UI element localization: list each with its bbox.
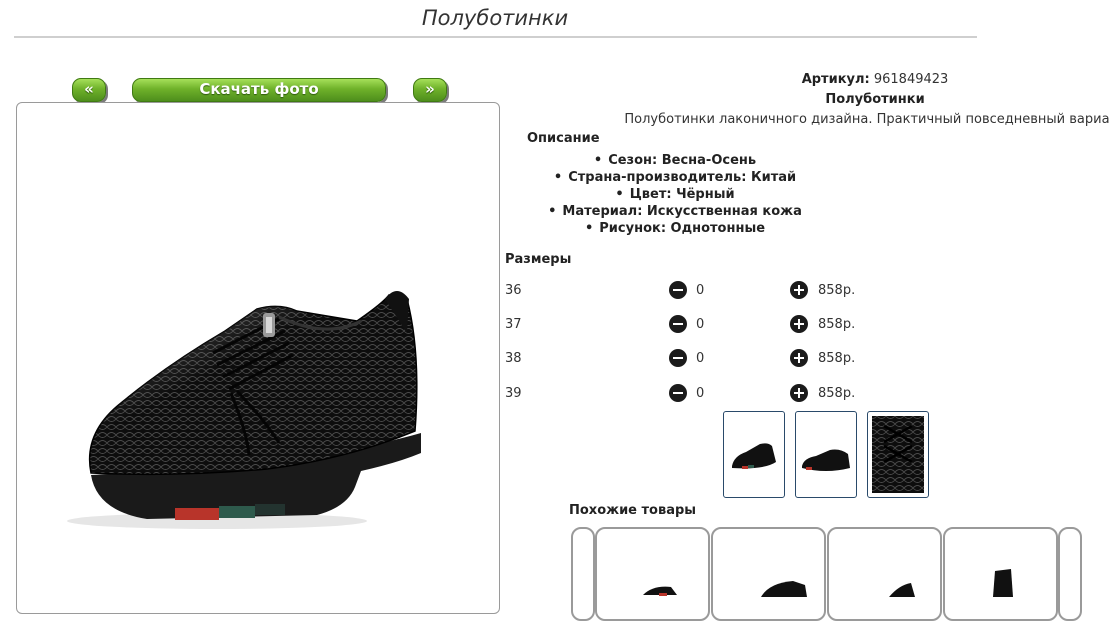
size-qty: 0 xyxy=(696,317,705,332)
similar-shoe-image xyxy=(643,586,677,596)
page-title: Полуботинки xyxy=(421,6,569,30)
size-label: 37 xyxy=(505,317,522,332)
size-label: 36 xyxy=(505,283,522,298)
shoe-angle-thumb xyxy=(802,449,850,471)
size-price: 858р. xyxy=(818,283,856,298)
minus-circle-icon[interactable] xyxy=(669,384,687,402)
next-photo-button[interactable]: » xyxy=(413,78,447,102)
attributes-list: Сезон: Весна-Осень Страна-производитель:… xyxy=(505,152,845,237)
size-qty: 0 xyxy=(696,283,705,298)
photo-thumbnail[interactable] xyxy=(795,411,857,498)
similar-shoe-image xyxy=(993,569,1013,597)
attribute-country: Страна-производитель: Китай xyxy=(505,169,845,186)
photo-thumbnail[interactable] xyxy=(723,411,785,498)
attribute-color: Цвет: Чёрный xyxy=(505,186,845,203)
minus-circle-icon[interactable] xyxy=(669,315,687,333)
sizes-heading: Размеры xyxy=(505,252,572,267)
size-label: 39 xyxy=(505,386,522,401)
size-qty: 0 xyxy=(696,386,705,401)
size-row: 36 0 858р. xyxy=(505,281,925,301)
article-label: Артикул: xyxy=(801,72,870,87)
similar-card[interactable] xyxy=(1058,527,1082,621)
plus-circle-icon[interactable] xyxy=(790,281,808,299)
size-price: 858р. xyxy=(818,317,856,332)
product-name: Полуботинки xyxy=(825,92,925,107)
download-photo-button[interactable]: Скачать фото xyxy=(132,78,386,102)
similar-shoe-image xyxy=(761,581,807,597)
minus-circle-icon[interactable] xyxy=(669,281,687,299)
size-row: 39 0 858р. xyxy=(505,384,925,404)
similar-card[interactable] xyxy=(595,527,710,621)
article-line: Артикул: 961849423 xyxy=(505,72,1110,87)
similar-card[interactable] xyxy=(827,527,942,621)
product-description: Полуботинки лаконичного дизайна. Практич… xyxy=(624,112,1110,127)
size-price: 858р. xyxy=(818,351,856,366)
shoe-texture-thumb xyxy=(872,416,924,493)
attribute-pattern: Рисунок: Однотонные xyxy=(505,220,845,237)
title-divider xyxy=(14,36,977,38)
shoe-side-thumb xyxy=(732,443,776,469)
similar-card[interactable] xyxy=(711,527,826,621)
similar-shoe-image xyxy=(889,583,915,597)
attribute-material: Материал: Искусственная кожа xyxy=(505,203,845,220)
similar-card[interactable] xyxy=(571,527,595,621)
plus-circle-icon[interactable] xyxy=(790,384,808,402)
attribute-season: Сезон: Весна-Осень xyxy=(505,152,845,169)
minus-circle-icon[interactable] xyxy=(669,349,687,367)
photo-thumbnail[interactable] xyxy=(867,411,929,498)
size-label: 38 xyxy=(505,351,522,366)
shoe-image xyxy=(67,291,421,529)
size-row: 37 0 858р. xyxy=(505,315,925,335)
plus-circle-icon[interactable] xyxy=(790,315,808,333)
similar-card[interactable] xyxy=(943,527,1058,621)
similar-heading: Похожие товары xyxy=(569,503,697,518)
prev-photo-button[interactable]: « xyxy=(72,78,106,102)
main-product-photo[interactable] xyxy=(16,102,500,614)
size-price: 858р. xyxy=(818,386,856,401)
size-row: 38 0 858р. xyxy=(505,349,925,369)
article-value: 961849423 xyxy=(873,72,949,87)
description-heading: Описание xyxy=(527,131,600,146)
size-qty: 0 xyxy=(696,351,705,366)
plus-circle-icon[interactable] xyxy=(790,349,808,367)
